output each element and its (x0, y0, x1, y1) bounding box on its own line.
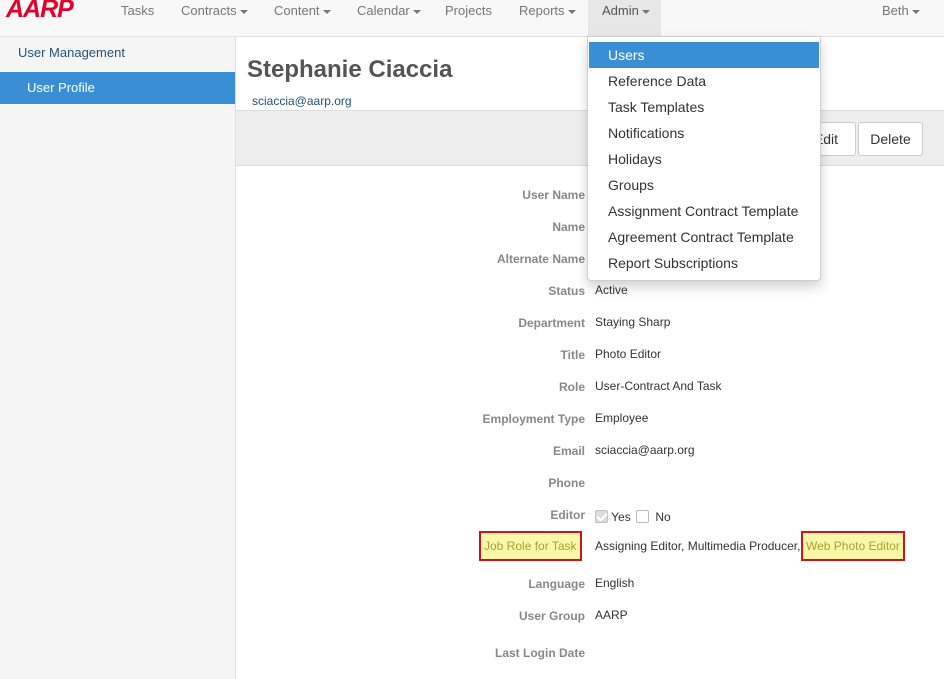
nav-calendar-label: Calendar (357, 3, 410, 18)
caret-down-icon (641, 9, 650, 14)
nav-tasks[interactable]: Tasks (113, 0, 162, 37)
menu-item-holidays[interactable]: Holidays (588, 146, 820, 172)
nav-content-label: Content (274, 3, 320, 18)
sidebar-item-user-profile[interactable]: User Profile (0, 72, 235, 104)
nav-contracts[interactable]: Contracts (173, 0, 256, 37)
field-label-name: Name (552, 220, 585, 234)
nav-contracts-label: Contracts (181, 3, 237, 18)
menu-item-assignment-contract-template[interactable]: Assignment Contract Template (588, 198, 820, 224)
nav-admin[interactable]: Admin (588, 0, 661, 37)
field-label-email: Email (552, 444, 585, 458)
field-label-editor: Editor (550, 508, 585, 522)
field-label-status: Status (548, 284, 585, 298)
menu-item-notifications[interactable]: Notifications (588, 120, 820, 146)
nav-tasks-label: Tasks (121, 3, 155, 18)
caret-down-icon (567, 9, 576, 14)
field-value-job-role: Assigning Editor, Multimedia Producer, (595, 539, 801, 553)
admin-dropdown-menu: Users Reference Data Task Templates Noti… (587, 36, 821, 281)
field-label-role: Role (558, 380, 585, 394)
menu-item-report-subscriptions[interactable]: Report Subscriptions (588, 250, 820, 276)
field-label-user-group: User Group (518, 609, 585, 623)
nav-reports-label: Reports (519, 3, 565, 18)
field-label-employment-type: Employment Type (482, 412, 585, 426)
field-label-job-role-highlighted: Job Role for Task (479, 531, 582, 561)
caret-down-icon (239, 9, 248, 14)
profile-email-link[interactable]: sciaccia@aarp.org (252, 94, 352, 108)
sidebar: User Management User Profile (0, 37, 236, 679)
sidebar-item-label: User Management (18, 45, 125, 60)
menu-item-groups[interactable]: Groups (588, 172, 820, 198)
menu-item-users[interactable]: Users (589, 42, 819, 68)
caret-down-icon (322, 9, 331, 14)
field-value-role: User-Contract And Task (595, 379, 722, 393)
field-label-alternate-name: Alternate Name (496, 252, 585, 266)
sidebar-item-user-management[interactable]: User Management (0, 37, 235, 69)
user-menu[interactable]: Beth (874, 0, 928, 37)
field-label-phone: Phone (548, 476, 585, 490)
job-role-highlighted-value: Web Photo Editor (801, 531, 905, 561)
editor-options: Yes No (595, 510, 671, 524)
field-value-employment-type: Employee (595, 411, 649, 425)
field-value-department: Staying Sharp (595, 315, 671, 329)
field-value-status: Active (595, 283, 628, 297)
editor-yes-checkbox[interactable] (595, 510, 608, 523)
nav-calendar[interactable]: Calendar (349, 0, 429, 37)
field-value-language: English (595, 576, 635, 590)
top-navbar: AARP Tasks Contracts Content Calendar Pr… (0, 0, 944, 37)
caret-down-icon (412, 9, 421, 14)
aarp-logo[interactable]: AARP (6, 0, 74, 24)
field-label-last-login-date: Last Login Date (494, 646, 585, 660)
nav-admin-label: Admin (602, 3, 639, 18)
nav-content[interactable]: Content (266, 0, 339, 37)
field-label-language: Language (528, 577, 585, 591)
field-value-title: Photo Editor (595, 347, 662, 361)
sidebar-item-label: User Profile (27, 80, 95, 95)
field-value-user-group: AARP (595, 608, 628, 622)
user-menu-label: Beth (882, 3, 909, 18)
field-label-title: Title (560, 348, 585, 362)
delete-button[interactable]: Delete (858, 122, 923, 156)
nav-reports[interactable]: Reports (511, 0, 584, 37)
field-value-email: sciaccia@aarp.org (595, 443, 695, 457)
menu-item-reference-data[interactable]: Reference Data (588, 68, 820, 94)
nav-projects-label: Projects (445, 3, 492, 18)
menu-item-task-templates[interactable]: Task Templates (588, 94, 820, 120)
editor-yes-label: Yes (611, 510, 631, 524)
field-label-user-name: User Name (522, 188, 585, 202)
caret-down-icon (911, 9, 920, 14)
page-title: Stephanie Ciaccia (247, 56, 453, 83)
menu-item-agreement-contract-template[interactable]: Agreement Contract Template (588, 224, 820, 250)
field-label-department: Department (518, 316, 585, 330)
editor-no-checkbox[interactable] (636, 510, 650, 523)
nav-projects[interactable]: Projects (437, 0, 500, 37)
editor-no-label: No (655, 510, 671, 524)
